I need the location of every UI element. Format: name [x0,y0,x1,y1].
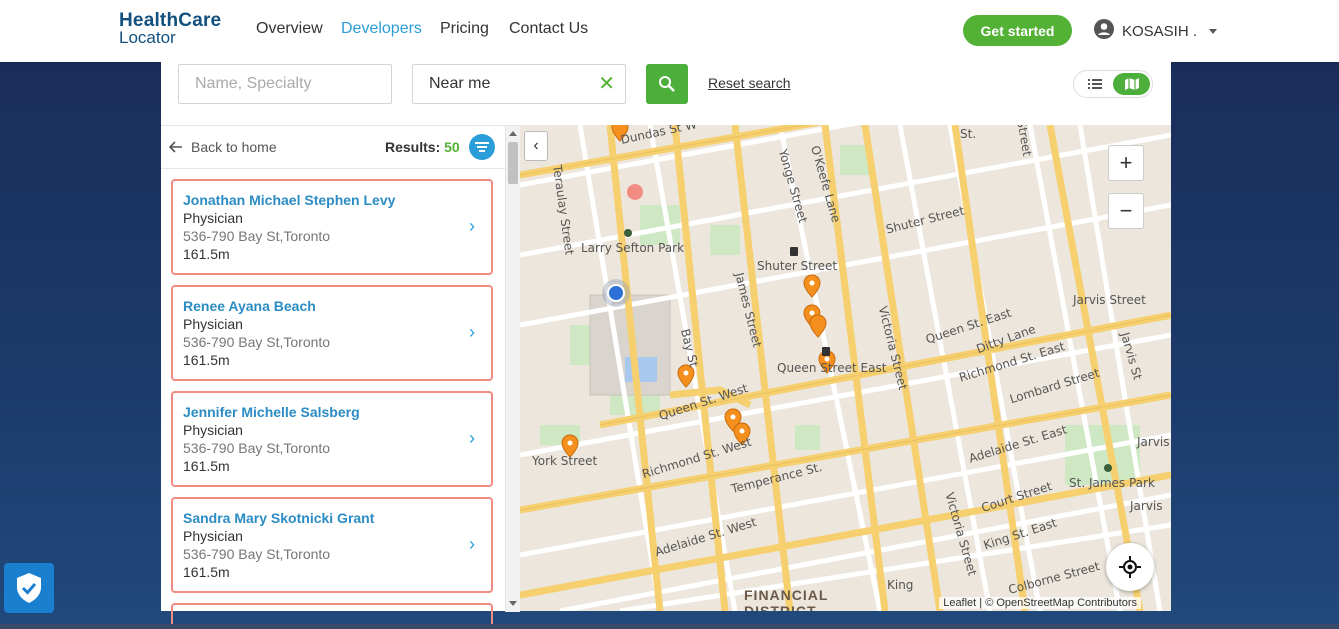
street-label: Queen Street East [777,361,887,375]
list-view-button[interactable] [1076,73,1113,95]
result-card-partial[interactable] [171,603,493,625]
sort-icon [475,142,489,152]
list-icon [1087,79,1102,89]
doctor-name[interactable]: Jennifer Michelle Salsberg [183,403,481,421]
chevron-right-icon[interactable]: › [469,535,475,553]
doctor-name[interactable]: Sandra Mary Skotnicki Grant [183,509,481,527]
result-card[interactable]: Renee Ayana Beach Physician 536-790 Bay … [171,285,493,381]
street-label: Jarvis Street [1073,293,1146,307]
location-value: Near me [429,75,491,92]
chevron-down-icon [1209,29,1218,34]
arrow-left-icon [169,141,182,153]
list-header: Back to home Results: 50 [161,126,520,169]
doctor-distance: 161.5m [183,564,230,580]
doctor-distance: 161.5m [183,352,230,368]
doctor-name[interactable]: Renee Ayana Beach [183,297,481,315]
scroll-down-icon[interactable] [509,601,517,606]
street-label: St. [960,127,977,141]
doctor-distance: 161.5m [183,458,230,474]
street-label: Jarvis [1130,499,1163,513]
map-view[interactable]: Dundas St W Teraulay Street Larry Sefton… [520,125,1171,611]
doctor-specialty: Physician [183,422,243,438]
results-number: 50 [444,139,460,155]
search-button[interactable] [646,64,688,104]
clear-icon[interactable]: ✕ [598,74,615,94]
park-label: St. James Park [1069,476,1155,490]
results-list: Back to home Results: 50 Jonathan Michae… [161,125,520,625]
street-label: York Street [532,454,598,468]
district-label: FINANCIAL DISTRICT [744,587,828,611]
nav-contact-us[interactable]: Contact Us [509,20,588,38]
district-label-line2: DISTRICT [744,603,817,611]
district-label-line1: FINANCIAL [744,587,829,603]
chevron-left-icon: ‹ [533,137,539,154]
collapse-list-button[interactable]: ‹ [524,131,548,161]
crosshair-icon [1119,556,1141,578]
chevron-right-icon[interactable]: › [469,429,475,447]
user-name: KOSASIH . [1122,23,1198,40]
scroll-up-icon[interactable] [509,131,517,136]
result-card[interactable]: Sandra Mary Skotnicki Grant Physician 53… [171,497,493,593]
zoom-in-button[interactable]: + [1108,145,1144,181]
top-navbar: HealthCare Locator Overview Developers P… [0,0,1339,62]
doctor-address: 536-790 Bay St,Toronto [183,440,331,456]
doctor-address: 536-790 Bay St,Toronto [183,228,331,244]
logo[interactable]: HealthCare Locator [119,10,222,47]
map-attribution[interactable]: Leaflet | © OpenStreetMap Contributors [939,597,1141,609]
doctor-address: 536-790 Bay St,Toronto [183,334,331,350]
map-view-button[interactable] [1113,73,1150,95]
logo-line1: HealthCare [119,10,222,31]
street-label: Shuter Street [757,259,838,273]
sort-button[interactable] [469,134,495,160]
search-icon [659,76,675,92]
get-started-button[interactable]: Get started [963,15,1072,46]
doctor-specialty: Physician [183,316,243,332]
result-card[interactable]: Jonathan Michael Stephen Levy Physician … [171,179,493,275]
locate-me-button[interactable] [1106,543,1154,591]
reset-search-link[interactable]: Reset search [708,75,790,91]
nav-developers[interactable]: Developers [341,20,422,38]
doctor-name[interactable]: Jonathan Michael Stephen Levy [183,191,481,209]
search-bar: Name, Specialty Near me ✕ Reset search [161,62,1171,125]
doctor-address: 536-790 Bay St,Toronto [183,546,331,562]
logo-line2: Locator [119,28,176,47]
doctor-specialty: Physician [183,210,243,226]
park-label: Larry Sefton Park [581,241,685,255]
name-specialty-input[interactable]: Name, Specialty [178,64,392,104]
chevron-right-icon[interactable]: › [469,217,475,235]
view-toggle [1073,70,1153,98]
user-menu[interactable]: KOSASIH . [1094,19,1218,44]
taskbar [0,624,1339,629]
street-label: Jarvis [1137,435,1170,449]
back-to-home-label: Back to home [191,139,277,155]
search-panel: Name, Specialty Near me ✕ Reset search B… [161,62,1171,625]
doctor-distance: 161.5m [183,246,230,262]
zoom-out-button[interactable]: − [1108,193,1144,229]
doctor-specialty: Physician [183,528,243,544]
zoom-controls: + − [1108,145,1144,229]
location-input[interactable]: Near me ✕ [412,64,626,104]
street-label: King [887,578,914,592]
list-scrollbar[interactable] [505,126,520,612]
account-icon [1094,19,1114,44]
nav-overview[interactable]: Overview [256,20,323,38]
scrollbar-thumb[interactable] [508,142,518,184]
nav-pricing[interactable]: Pricing [440,20,489,38]
back-to-home-link[interactable]: Back to home [169,139,277,155]
results-label: Results: [385,139,441,155]
result-card[interactable]: Jennifer Michelle Salsberg Physician 536… [171,391,493,487]
shield-check-icon [17,573,41,603]
security-shield-button[interactable] [4,563,54,613]
chevron-right-icon[interactable]: › [469,323,475,341]
results-count: Results: 50 [385,139,460,155]
result-cards: Jonathan Michael Stephen Levy Physician … [171,179,493,629]
map-icon [1124,78,1139,90]
